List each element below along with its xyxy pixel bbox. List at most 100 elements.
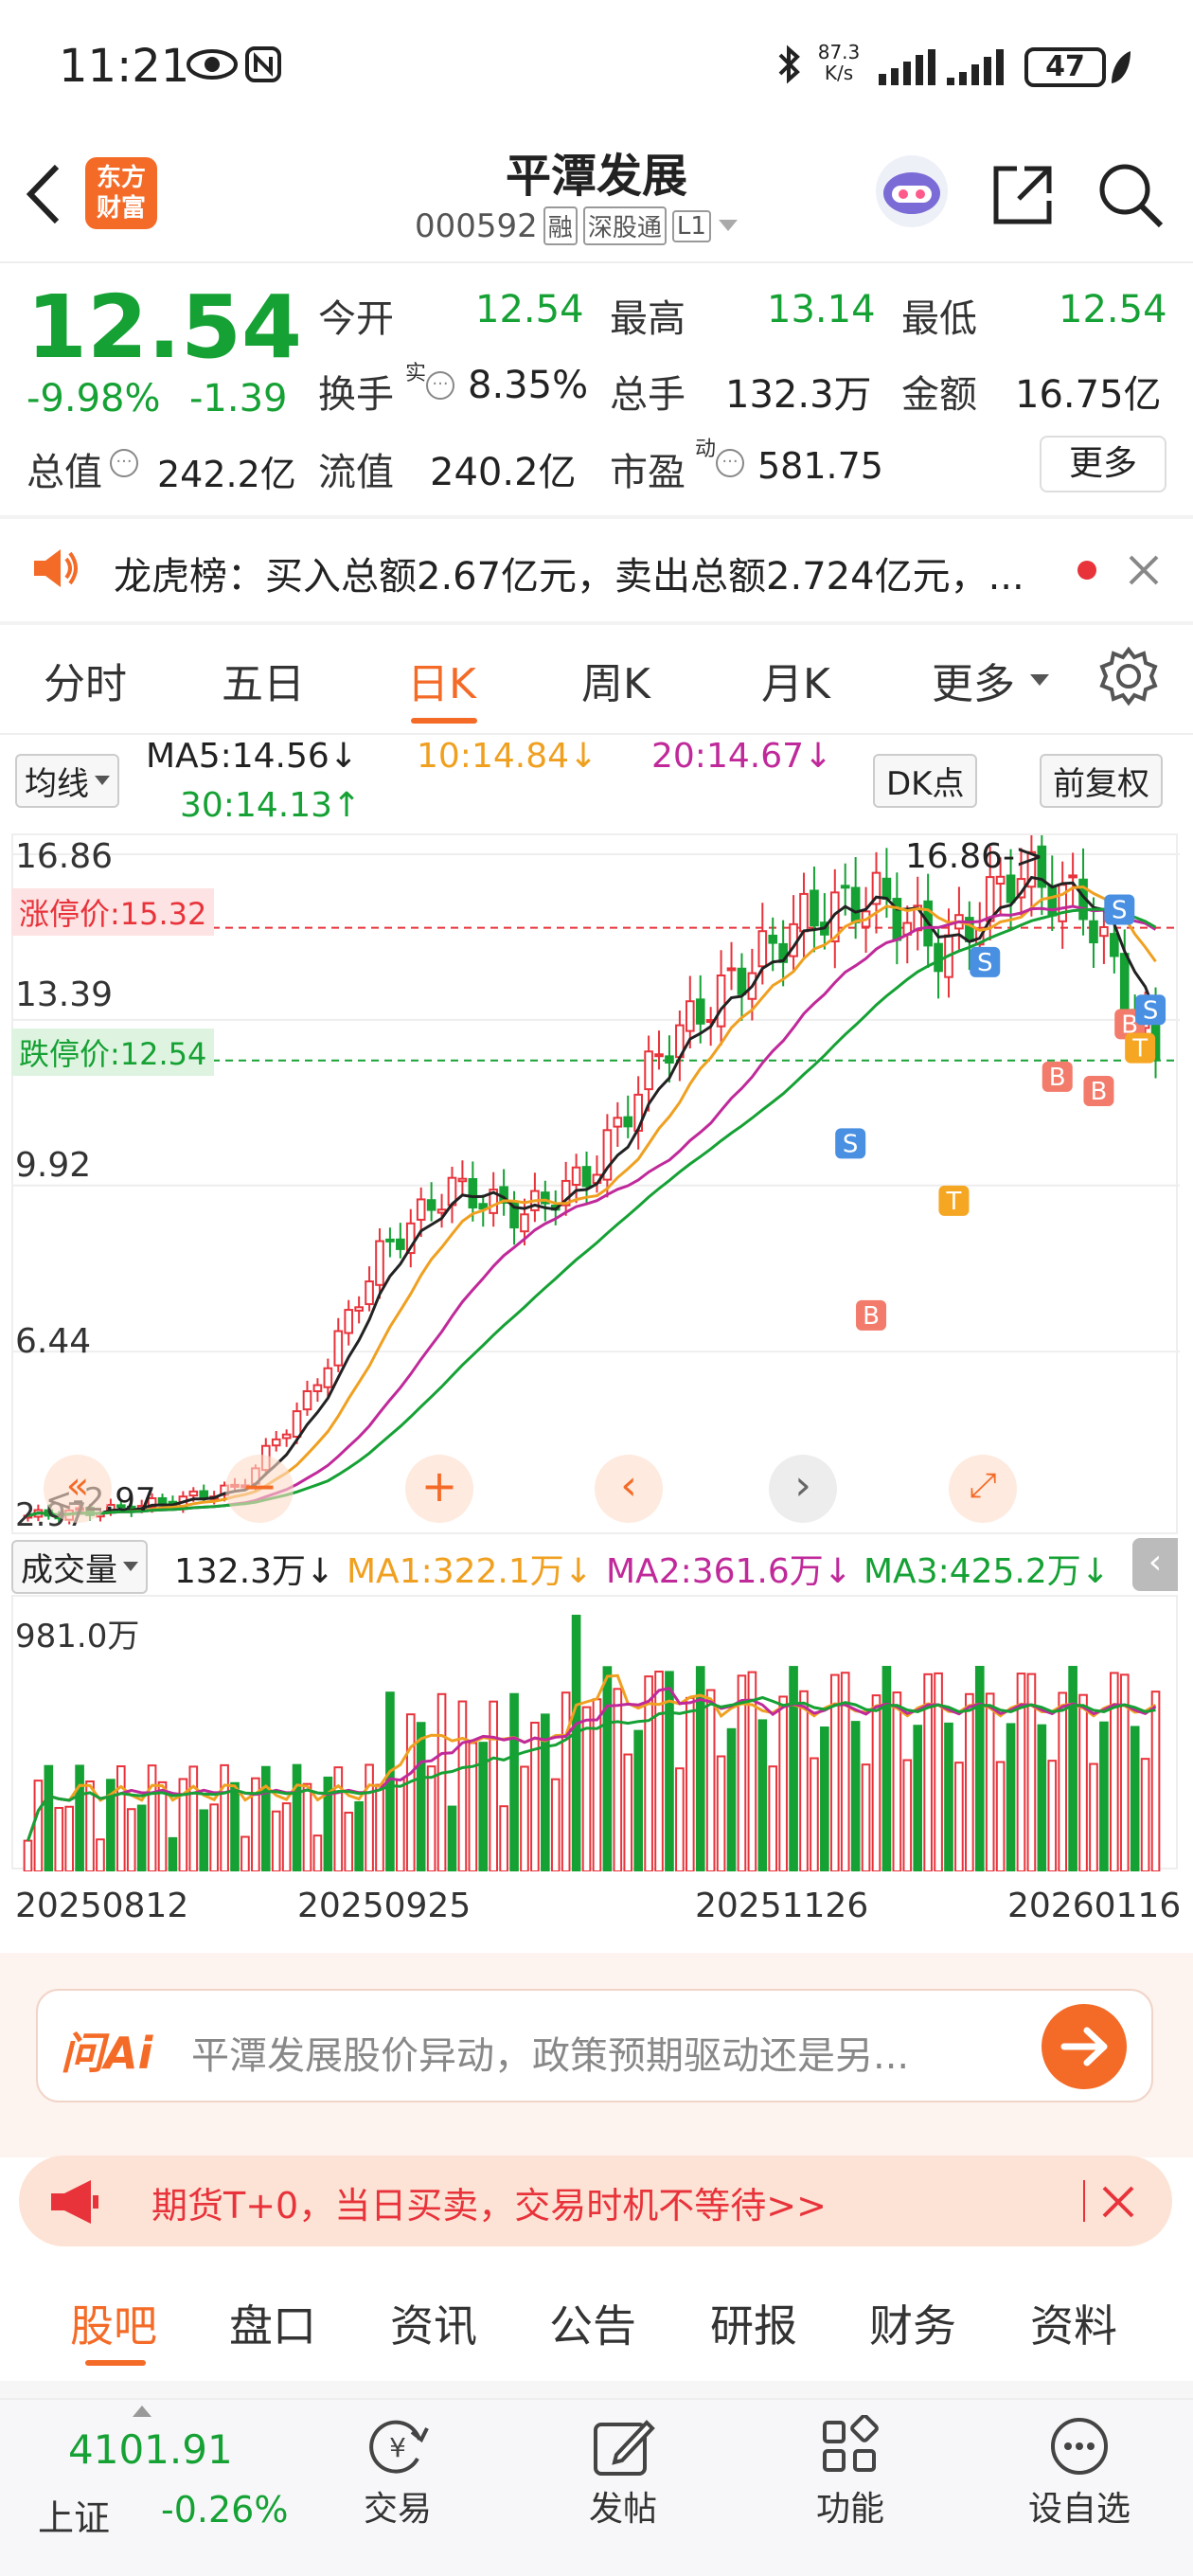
scroll-left-icon[interactable]: ‹	[595, 1455, 663, 1523]
nav-post[interactable]: 发帖	[566, 2415, 680, 2531]
back-icon[interactable]	[21, 161, 68, 227]
volume-bar	[405, 1713, 416, 1872]
volume-bar	[571, 1615, 581, 1872]
volume-current: 132.3万↓	[174, 1552, 335, 1591]
tab-monthly-k[interactable]: 月K	[761, 650, 830, 710]
ma-selector[interactable]: 均线	[15, 754, 119, 808]
turnover-value: 8.35%	[468, 364, 589, 407]
nav-trade[interactable]: ¥ 交易	[341, 2415, 454, 2531]
tab-forum[interactable]: 股吧	[70, 2292, 157, 2354]
info-icon[interactable]: ···	[716, 449, 744, 477]
volume-bar	[1089, 1762, 1098, 1872]
signal-icon-2	[947, 49, 1004, 85]
ma30-line	[27, 907, 1157, 1517]
fullscreen-icon[interactable]: ⤢	[949, 1455, 1017, 1523]
volume-bar	[850, 1721, 861, 1872]
volume-value: 132.3万	[725, 373, 872, 417]
eye-icon	[187, 49, 238, 80]
tab-daily-k[interactable]: 日K	[407, 650, 476, 710]
ai-search-box[interactable]: 问Ai 平潭发展股价异动，政策预期驱动还是另...	[36, 1989, 1153, 2102]
volume-bar	[757, 1719, 768, 1872]
volume-bar	[995, 1761, 1006, 1872]
stock-code: 000592	[415, 206, 538, 245]
scroll-right-icon[interactable]: ›	[769, 1455, 837, 1523]
more-button[interactable]: 更多	[1040, 436, 1166, 492]
zoom-out-icon[interactable]: −	[225, 1455, 294, 1523]
volume-bar	[789, 1666, 798, 1873]
volume-bar	[260, 1765, 271, 1872]
info-icon[interactable]: ···	[110, 449, 138, 477]
info-icon[interactable]: ···	[426, 371, 454, 400]
candle-body	[654, 1053, 664, 1058]
candle-body	[375, 1240, 384, 1286]
dragon-tiger-notice[interactable]: 龙虎榜：买入总额2.67亿元，卖出总额2.724亿元，...	[114, 546, 1042, 600]
open-value: 12.54	[475, 288, 584, 331]
volume-bar	[974, 1666, 985, 1872]
tab-intraday[interactable]: 分时	[44, 650, 127, 710]
volume-bar	[396, 1779, 405, 1872]
change-pct: -9.98%	[27, 377, 161, 420]
promo-text: 期货T+0，当日买卖，交易时机不等待>>	[151, 2185, 827, 2227]
tab-research[interactable]: 研报	[710, 2292, 797, 2354]
volume-bar	[881, 1666, 892, 1873]
kline-chart[interactable]: SBTSBSBTSB	[11, 820, 1180, 1534]
candle-body	[457, 1177, 468, 1183]
candle-body	[333, 1330, 344, 1367]
volume-bar	[768, 1765, 778, 1872]
date-label-4: 20260116	[1007, 1887, 1182, 1925]
tab-order-book[interactable]: 盘口	[229, 2292, 316, 2354]
tab-five-day[interactable]: 五日	[222, 650, 305, 710]
volume-bar	[613, 1688, 623, 1872]
adjust-button[interactable]: 前复权	[1040, 754, 1163, 808]
divider	[0, 515, 1193, 519]
caret-down-icon[interactable]	[1030, 674, 1049, 688]
nav-add-watchlist[interactable]: 设自选	[1013, 2415, 1146, 2531]
ai-submit-button[interactable]	[1042, 2004, 1127, 2089]
ai-question[interactable]: 平潭发展股价异动，政策预期驱动还是另...	[191, 2025, 1034, 2080]
volume-bar	[1047, 1760, 1058, 1872]
close-icon[interactable]	[1127, 553, 1161, 587]
volume-bar	[1140, 1758, 1150, 1872]
collapse-panel-icon[interactable]: ‹	[1132, 1538, 1178, 1591]
volume-selector[interactable]: 成交量	[11, 1540, 148, 1594]
close-icon[interactable]	[1100, 2184, 1136, 2220]
share-icon[interactable]	[990, 161, 1057, 227]
volume-bar	[520, 1765, 529, 1872]
tab-announcements[interactable]: 公告	[549, 2292, 636, 2354]
volume-bar	[965, 1692, 974, 1872]
volume-bar	[240, 1835, 250, 1872]
tab-weekly-k[interactable]: 周K	[581, 650, 650, 710]
candle-body	[1068, 874, 1077, 879]
candle-body	[323, 1367, 333, 1388]
chart-tabs: 分时 五日 日K 周K 月K 更多	[0, 636, 1193, 731]
open-label: 今开	[318, 297, 394, 341]
dk-point-button[interactable]: DK点	[873, 754, 978, 808]
tab-more[interactable]: 更多	[932, 650, 1015, 710]
promo-banner[interactable]: 期货T+0，当日买卖，交易时机不等待>>	[19, 2156, 1172, 2246]
volume-bar	[550, 1778, 561, 1872]
tab-financials[interactable]: 财务	[869, 2292, 956, 2354]
tab-news[interactable]: 资讯	[390, 2292, 477, 2354]
volume-bar	[75, 1764, 84, 1872]
nav-functions[interactable]: 功能	[793, 2414, 907, 2531]
zoom-in-icon[interactable]: +	[405, 1455, 473, 1523]
scroll-left-fast-icon[interactable]: «	[44, 1455, 112, 1523]
nav-trade-label: 交易	[363, 2490, 432, 2529]
volume-bar	[871, 1694, 881, 1872]
volume-bar	[344, 1811, 354, 1872]
volume-bar	[581, 1706, 592, 1872]
tab-profile[interactable]: 资料	[1030, 2292, 1117, 2354]
chevron-down-icon[interactable]	[717, 218, 739, 235]
settings-gear-icon[interactable]	[1098, 646, 1159, 707]
vol-ma1: MA1:322.1万↓	[347, 1552, 593, 1591]
ai-robot-icon[interactable]	[871, 153, 953, 229]
volume-bar	[602, 1666, 613, 1873]
volume-chart[interactable]	[11, 1595, 1178, 1873]
svg-text:B: B	[1049, 1064, 1066, 1092]
bluetooth-icon	[778, 45, 800, 84]
volume-bar	[230, 1781, 240, 1872]
search-icon[interactable]	[1095, 159, 1166, 231]
index-ticker[interactable]: 4101.91 上证 -0.26%	[0, 2400, 312, 2576]
svg-text:T: T	[1131, 1035, 1148, 1064]
low-value: 12.54	[1059, 288, 1167, 331]
